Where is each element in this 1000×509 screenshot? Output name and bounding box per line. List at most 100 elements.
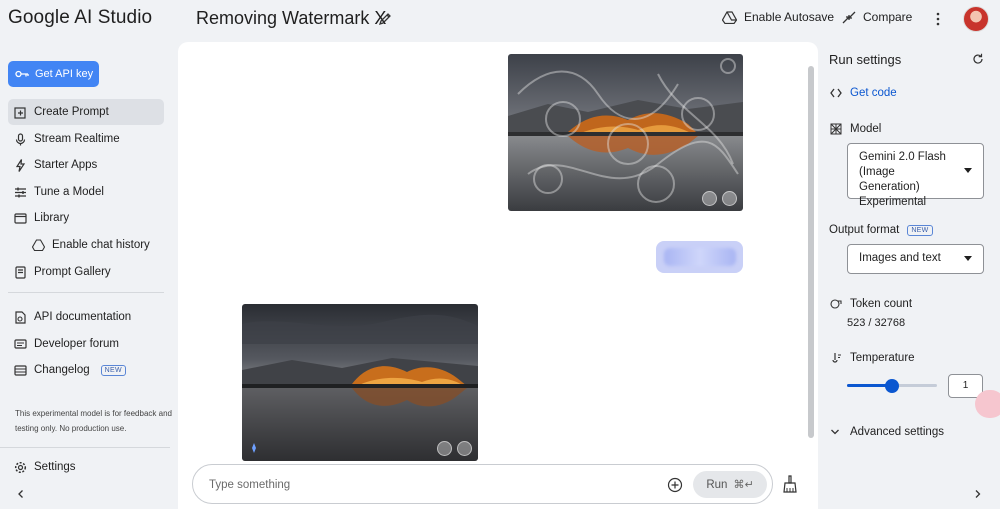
model-label: Model	[850, 123, 882, 135]
code-icon	[830, 88, 842, 98]
chat-scrollbar[interactable]	[808, 66, 814, 438]
translate-icon[interactable]	[975, 390, 1000, 418]
sidebar-item-label: Stream Realtime	[34, 133, 120, 145]
get-api-key-button[interactable]: Get API key	[8, 61, 99, 87]
chevron-left-icon[interactable]	[16, 489, 26, 499]
user-image[interactable]	[508, 54, 743, 211]
download-icon[interactable]	[437, 441, 452, 456]
clear-chat-icon[interactable]	[782, 475, 798, 493]
sidebar-item-prompt-gallery[interactable]: Prompt Gallery	[8, 259, 164, 285]
chat-panel: Run ⌘↵	[178, 42, 818, 509]
doc-search-icon	[15, 310, 26, 324]
sidebar-divider	[0, 447, 170, 448]
download-icon[interactable]	[702, 191, 717, 206]
run-shortcut: ⌘↵	[733, 479, 754, 491]
compare-button[interactable]: Compare	[842, 10, 912, 24]
run-settings-panel: Run settings Get code Model Gemini 2.0 F…	[818, 40, 1000, 509]
sidebar-item-label: Prompt Gallery	[34, 266, 111, 278]
run-settings-title: Run settings	[829, 52, 902, 67]
prompt-input-box: Run ⌘↵	[192, 464, 773, 504]
autosave-label: Enable Autosave	[744, 10, 835, 24]
add-note-icon	[14, 106, 26, 119]
list-icon	[14, 364, 27, 376]
sidebar-item-starter-apps[interactable]: Starter Apps	[8, 152, 164, 178]
forum-icon	[14, 338, 27, 349]
output-format-select[interactable]: Images and text	[847, 244, 984, 274]
sidebar-item-label: API documentation	[34, 311, 132, 323]
get-code-label: Get code	[850, 87, 897, 99]
run-button[interactable]: Run ⌘↵	[693, 471, 767, 498]
sidebar-item-label: Library	[34, 212, 70, 224]
temperature-slider[interactable]	[847, 379, 937, 393]
token-count-label-row: Token count	[830, 298, 912, 310]
new-badge: NEW	[100, 364, 126, 376]
sidebar-divider	[8, 292, 164, 293]
sidebar-item-label: Developer forum	[34, 338, 120, 350]
sidebar-item-create-prompt[interactable]: Create Prompt	[8, 99, 164, 125]
output-format-label-row: Output format NEW	[829, 224, 933, 236]
sidebar-item-label: Enable chat history	[52, 239, 150, 251]
sidebar-item-developer-forum[interactable]: Developer forum	[8, 331, 164, 357]
compare-arrows-icon	[842, 11, 856, 23]
dropdown-caret-icon	[964, 256, 972, 261]
pencil-icon[interactable]	[377, 11, 393, 27]
advanced-settings-label: Advanced settings	[850, 426, 944, 438]
sidebar-item-tune-model[interactable]: Tune a Model	[8, 179, 164, 205]
sidebar-item-library[interactable]: Library	[8, 205, 164, 231]
reset-icon[interactable]	[972, 53, 984, 65]
watermarked-landscape-image	[508, 54, 743, 211]
output-format-value: Images and text	[859, 252, 941, 264]
sidebar-item-settings[interactable]: Settings	[8, 454, 164, 480]
model-select-value: Gemini 2.0 Flash (Image Generation) Expe…	[859, 151, 946, 208]
get-code-button[interactable]: Get code	[830, 87, 897, 99]
sidebar-item-label: Starter Apps	[34, 159, 98, 171]
dropdown-caret-icon	[964, 168, 972, 173]
user-message-bubble[interactable]	[656, 241, 743, 273]
advanced-settings-toggle[interactable]: Advanced settings	[830, 426, 944, 438]
fullscreen-icon[interactable]	[722, 191, 737, 206]
drive-icon	[722, 10, 737, 24]
gallery-icon	[15, 265, 26, 279]
run-label: Run	[706, 478, 728, 491]
slider-thumb[interactable]	[885, 379, 899, 393]
token-count-value: 523 / 32768	[847, 317, 906, 329]
token-icon	[830, 299, 842, 309]
token-count-label: Token count	[850, 298, 913, 310]
avatar[interactable]	[963, 6, 989, 32]
gear-icon	[14, 461, 27, 473]
fullscreen-icon[interactable]	[457, 441, 472, 456]
sidebar-item-api-documentation[interactable]: API documentation	[8, 304, 164, 330]
prompt-input[interactable]	[209, 476, 629, 494]
experimental-note: This experimental model is for feedback …	[15, 409, 172, 433]
temperature-label: Temperature	[850, 352, 915, 364]
thermometer-icon	[832, 353, 841, 363]
get-api-key-label: Get API key	[35, 68, 94, 80]
compare-label: Compare	[863, 10, 913, 24]
sidebar-item-label: Changelog	[34, 364, 90, 376]
drive-icon	[32, 238, 45, 251]
add-circle-icon[interactable]	[667, 477, 683, 493]
sidebar: Get API key Create Prompt Stream Realtim…	[0, 40, 178, 509]
app-brand[interactable]: Google AI Studio	[8, 7, 152, 29]
chevron-right-icon[interactable]	[973, 489, 982, 499]
key-icon	[15, 70, 29, 78]
blurred-text	[664, 248, 736, 266]
tune-icon	[15, 187, 26, 197]
sidebar-item-label: Settings	[34, 461, 76, 473]
model-image[interactable]	[242, 304, 478, 461]
sidebar-item-label: Create Prompt	[34, 106, 109, 118]
bolt-icon	[15, 158, 26, 172]
more-vert-icon[interactable]	[930, 10, 946, 28]
top-bar: Google AI Studio Removing Watermark X En…	[0, 0, 1000, 40]
chevron-down-icon	[831, 429, 839, 435]
clean-landscape-image	[242, 304, 478, 461]
mic-icon	[15, 132, 26, 145]
folder-icon	[14, 212, 27, 224]
sidebar-item-stream-realtime[interactable]: Stream Realtime	[8, 126, 164, 152]
enable-autosave-button[interactable]: Enable Autosave	[722, 10, 834, 24]
model-select[interactable]: Gemini 2.0 Flash (Image Generation) Expe…	[847, 143, 984, 208]
sidebar-item-enable-chat-history[interactable]: Enable chat history	[26, 232, 166, 258]
sidebar-item-changelog[interactable]: Changelog NEW	[8, 357, 164, 383]
prompt-title[interactable]: Removing Watermark X	[196, 8, 386, 29]
temperature-label-row: Temperature	[830, 352, 915, 364]
